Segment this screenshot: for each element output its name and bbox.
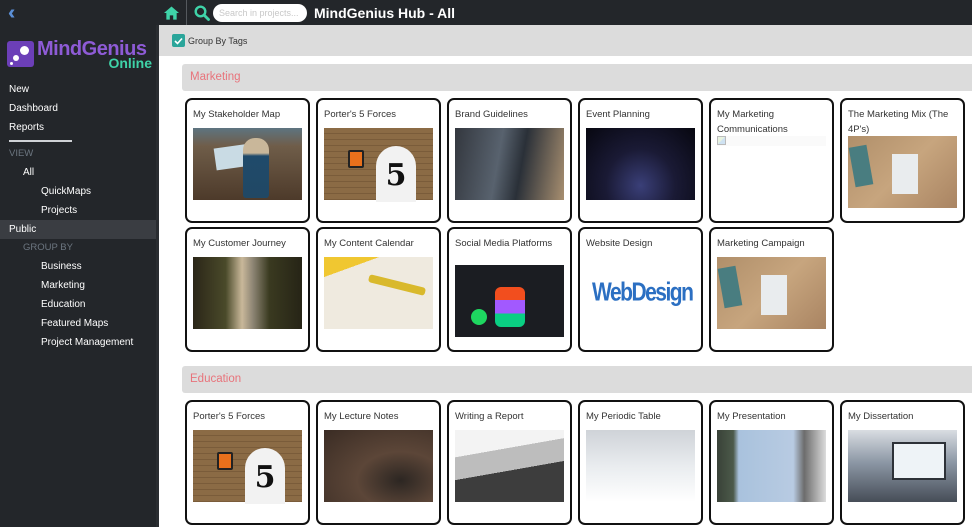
project-card-title: My Dissertation [848, 411, 914, 422]
project-card-title: My Presentation [717, 411, 786, 422]
project-card-thumbnail [193, 430, 302, 504]
project-card-thumbnail [324, 257, 433, 329]
project-card-thumbnail [324, 128, 433, 202]
project-card[interactable]: My Presentation [709, 400, 834, 525]
project-card-thumbnail [848, 430, 957, 502]
sidebar-item-dashboard[interactable]: Dashboard [0, 99, 156, 118]
sidebar-item-projects[interactable]: Projects [0, 201, 156, 220]
project-card[interactable]: My Periodic Table [578, 400, 703, 525]
project-card-thumbnail [717, 257, 826, 329]
project-card-title: My Marketing Communications [717, 109, 788, 135]
project-card-title: Writing a Report [455, 411, 524, 422]
home-icon [163, 5, 179, 20]
logo-mark-icon [7, 41, 34, 67]
project-group: Marketing My Stakeholder Map Porter's 5 F… [159, 64, 972, 356]
group-by-tags-label: Group By Tags [188, 35, 248, 46]
project-card[interactable]: Event Planning [578, 98, 703, 223]
sidebar: ‹‹ MindGenius Online New Dashboard Repor… [0, 0, 156, 527]
sidebar-nav: New Dashboard Reports VIEW All QuickMaps… [0, 80, 156, 352]
card-grid: My Stakeholder Map Porter's 5 Forces Brand… [159, 98, 972, 356]
group-by-tags-checkbox[interactable] [172, 34, 185, 47]
project-card-title: Porter's 5 Forces [324, 109, 397, 120]
sidebar-item-education[interactable]: Education [0, 295, 156, 314]
sidebar-item-business[interactable]: Business [0, 257, 156, 276]
project-card-title: My Lecture Notes [324, 411, 399, 422]
project-card[interactable]: My Content Calendar [316, 227, 441, 352]
project-card-thumbnail [848, 136, 957, 208]
project-card-thumbnail [324, 430, 433, 502]
project-card-title: My Customer Journey [193, 238, 286, 249]
section-label-view: VIEW [9, 148, 34, 159]
project-card-title: Social Media Platforms [455, 238, 553, 249]
project-card[interactable]: Brand Guidelines [447, 98, 572, 223]
search-input[interactable] [213, 3, 307, 22]
project-card-thumbnail [193, 257, 302, 329]
project-card[interactable]: Social Media Platforms [447, 227, 572, 352]
topbar: MindGenius Hub - All [156, 0, 972, 25]
project-card[interactable]: Website Design [578, 227, 703, 352]
card-grid: Porter's 5 Forces My Lecture Notes Writing… [159, 400, 972, 527]
project-card[interactable]: My Stakeholder Map [185, 98, 310, 223]
project-card-thumbnail [455, 265, 564, 337]
project-card[interactable]: My Dissertation [840, 400, 965, 525]
search-button[interactable] [191, 0, 213, 25]
sidebar-item-new[interactable]: New [0, 80, 156, 99]
double-chevron-left-icon[interactable]: ‹‹ [8, 3, 17, 23]
section-label-group-by: GROUP BY [23, 242, 73, 253]
logo-sub: Online [108, 55, 152, 71]
toolbar: Group By Tags [159, 25, 972, 56]
project-card[interactable]: Marketing Campaign [709, 227, 834, 352]
project-card-thumbnail-missing [717, 136, 826, 146]
broken-image-icon [717, 136, 726, 145]
project-groups: Marketing My Stakeholder Map Porter's 5 F… [159, 64, 972, 527]
sidebar-item-public[interactable]: Public [0, 220, 156, 239]
project-card-thumbnail [455, 128, 564, 200]
home-button[interactable] [156, 0, 187, 25]
project-card[interactable]: Porter's 5 Forces [316, 98, 441, 223]
project-card-title: Website Design [586, 238, 653, 249]
project-card[interactable]: The Marketing Mix (The 4P's) [840, 98, 965, 223]
project-card-title: Event Planning [586, 109, 650, 120]
main-content: Group By Tags Marketing My Stakeholder M… [156, 25, 972, 527]
search-icon [194, 4, 210, 21]
project-card-thumbnail [717, 430, 826, 502]
project-card-title: Brand Guidelines [455, 109, 528, 120]
sidebar-item-marketing[interactable]: Marketing [0, 276, 156, 295]
project-card-title: My Periodic Table [586, 411, 661, 422]
project-card[interactable]: Porter's 5 Forces [185, 400, 310, 525]
project-card-title: The Marketing Mix (The 4P's) [848, 109, 949, 135]
project-card[interactable]: My Marketing Communications [709, 98, 834, 223]
sidebar-item-project-management[interactable]: Project Management [0, 333, 156, 352]
project-card-title: Porter's 5 Forces [193, 411, 266, 422]
group-header-education: Education [182, 366, 972, 393]
project-card-thumbnail [586, 430, 695, 502]
sidebar-item-featured-maps[interactable]: Featured Maps [0, 314, 156, 333]
project-card-thumbnail [193, 128, 302, 200]
project-card[interactable]: Writing a Report [447, 400, 572, 525]
project-card-title: My Stakeholder Map [193, 109, 281, 120]
project-card-thumbnail [455, 430, 564, 502]
project-card[interactable]: My Customer Journey [185, 227, 310, 352]
project-group: Education Porter's 5 Forces My Lecture No… [159, 366, 972, 527]
sidebar-item-quickmaps[interactable]: QuickMaps [0, 182, 156, 201]
project-card-thumbnail [586, 128, 695, 200]
sidebar-divider [9, 140, 72, 142]
sidebar-item-all[interactable]: All [0, 163, 156, 182]
group-header-marketing: Marketing [182, 64, 972, 91]
project-card-title: My Content Calendar [324, 238, 414, 249]
project-card-thumbnail [586, 257, 695, 329]
logo: MindGenius Online [7, 38, 155, 71]
project-card[interactable]: My Lecture Notes [316, 400, 441, 525]
checkmark-icon [174, 37, 183, 45]
sidebar-item-reports[interactable]: Reports [0, 118, 156, 137]
page-title: MindGenius Hub - All [314, 4, 456, 21]
project-card-title: Marketing Campaign [717, 238, 805, 249]
